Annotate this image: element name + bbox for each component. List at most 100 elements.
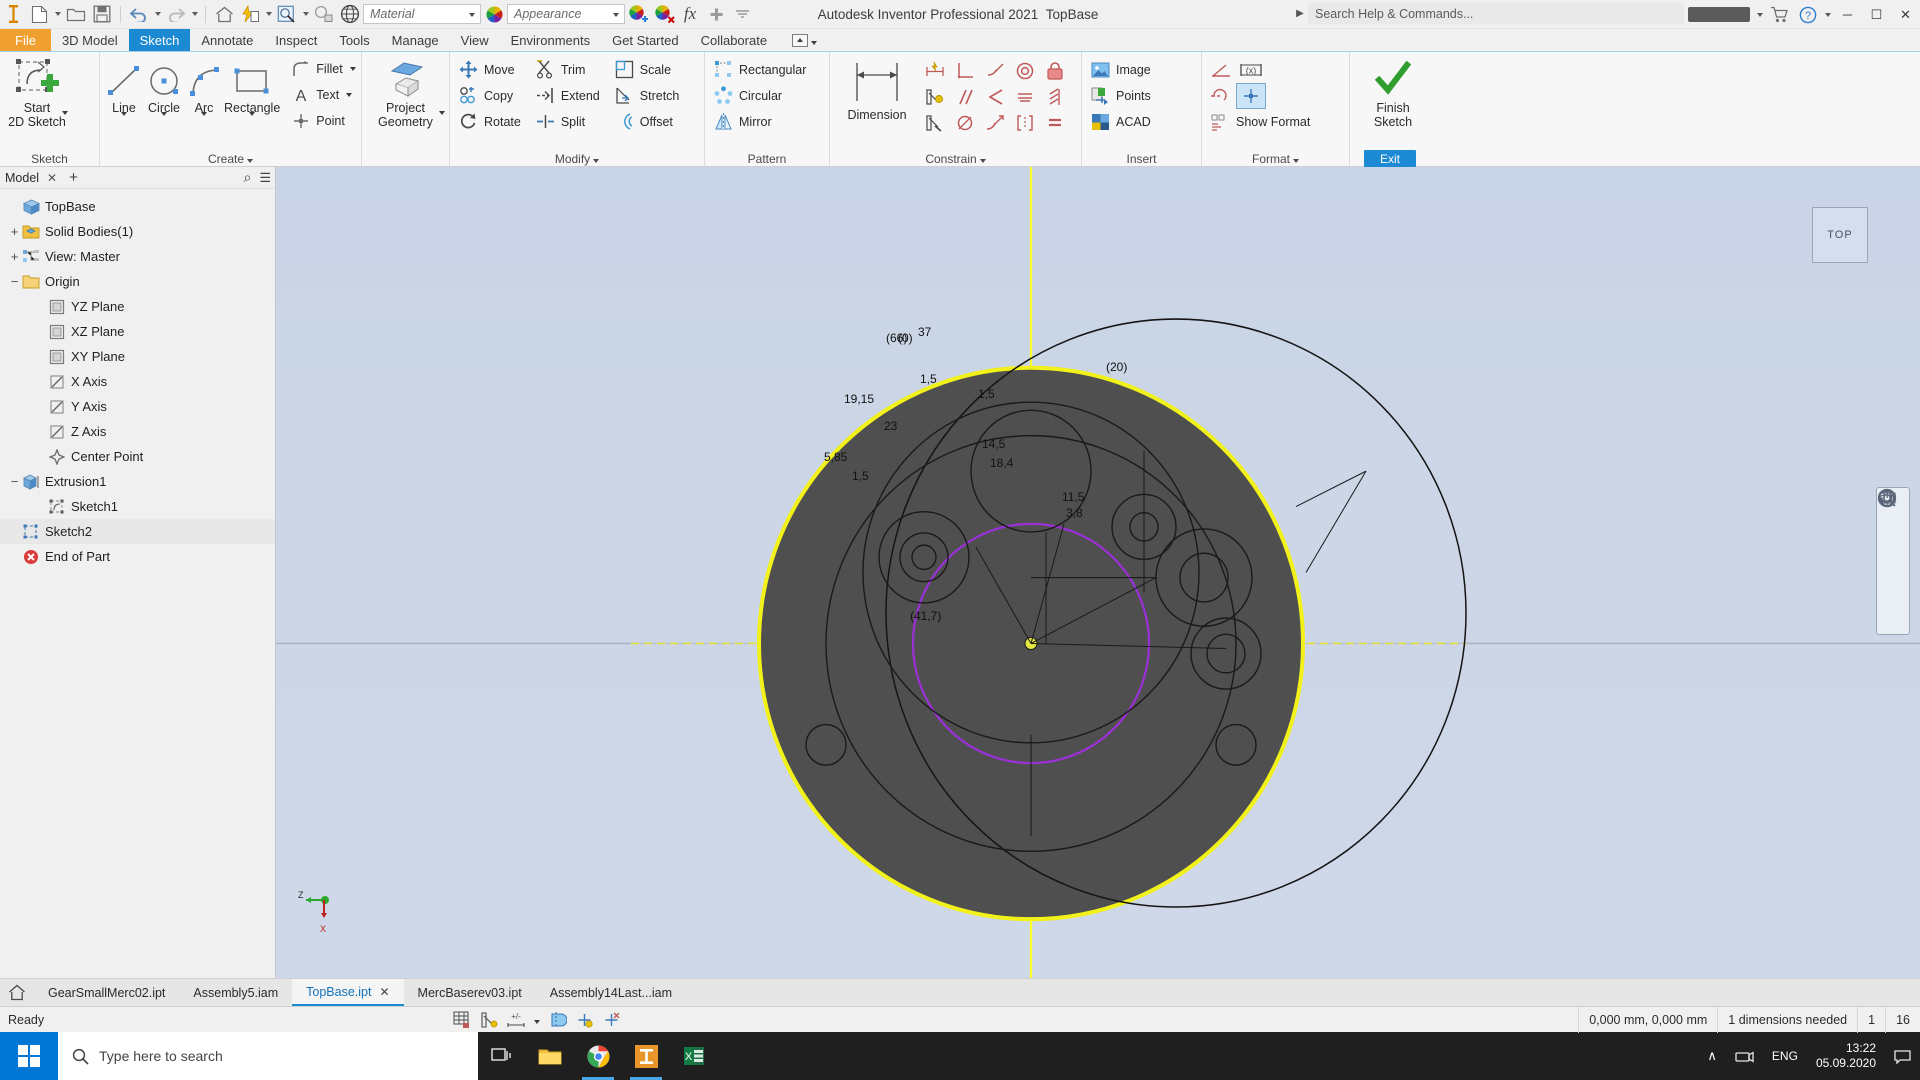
browser-tab-model[interactable]: Model <box>5 171 39 185</box>
browser-search-icon[interactable]: ⌕ <box>244 169 252 186</box>
centerline-icon[interactable] <box>1206 83 1236 109</box>
grid-display-icon[interactable] <box>450 1009 474 1031</box>
undo-icon[interactable] <box>126 2 152 26</box>
driven-dimension-icon[interactable]: (x) <box>1236 57 1266 83</box>
dimension-button[interactable]: Dimension <box>834 56 920 122</box>
line-dropdown-icon[interactable] <box>121 112 127 116</box>
undo-dropdown-icon[interactable] <box>152 2 163 26</box>
project-geometry-dropdown-icon[interactable] <box>439 111 445 115</box>
mirror-button[interactable]: Mirror <box>709 109 810 134</box>
line-button[interactable]: Line <box>104 55 144 115</box>
browser-menu-icon[interactable]: ☰ <box>259 170 271 186</box>
circle-button[interactable]: Circle <box>144 55 184 115</box>
help-icon[interactable]: ? <box>1794 0 1822 29</box>
rectangle-dropdown-icon[interactable] <box>249 112 255 116</box>
show-format-icon[interactable] <box>1206 109 1236 135</box>
tree-item-solid-bodies-1[interactable]: +Solid Bodies(1) <box>0 219 275 244</box>
collinear-constraint-icon[interactable] <box>1010 110 1040 136</box>
tree-item-origin[interactable]: −Origin <box>0 269 275 294</box>
material-combo[interactable]: Material <box>363 4 481 24</box>
trim-button[interactable]: Trim <box>531 57 604 82</box>
ribbon-tab-get-started[interactable]: Get Started <box>601 29 689 51</box>
tree-item-center-point[interactable]: Center Point <box>0 444 275 469</box>
save-icon[interactable] <box>89 2 115 26</box>
ribbon-tab-tools[interactable]: Tools <box>328 29 380 51</box>
symmetric-constraint-icon[interactable] <box>1040 84 1070 110</box>
circle-dropdown-icon[interactable] <box>161 112 167 116</box>
fillet-button[interactable]: Fillet <box>286 56 359 81</box>
rectangle-button[interactable]: Rectangle <box>224 55 280 115</box>
chevron-down-icon[interactable] <box>613 13 619 17</box>
open-file-icon[interactable] <box>63 2 89 26</box>
tree-item-y-axis[interactable]: Y Axis <box>0 394 275 419</box>
offset-button[interactable]: Offset <box>610 109 684 134</box>
move-button[interactable]: Move <box>454 57 525 82</box>
tray-expand-icon[interactable]: ∧ <box>1698 1032 1726 1080</box>
browser-close-icon[interactable]: ✕ <box>47 171 57 185</box>
add-to-qat-icon[interactable] <box>703 2 729 26</box>
copy-button[interactable]: Copy <box>454 83 525 108</box>
points-button[interactable]: Points <box>1086 83 1155 108</box>
ribbon-tab-sketch[interactable]: Sketch <box>129 29 191 51</box>
coincident-constraint-icon[interactable] <box>980 84 1010 110</box>
clear-appearance-icon[interactable] <box>651 2 677 26</box>
ribbon-tab-3d-model[interactable]: 3D Model <box>51 29 129 51</box>
language-indicator[interactable]: ENG <box>1763 1032 1807 1080</box>
measure-icon[interactable] <box>311 2 337 26</box>
doc-tab-gearsmallmerc02[interactable]: GearSmallMerc02.ipt <box>34 979 179 1006</box>
chrome-icon[interactable] <box>574 1032 622 1080</box>
task-view-icon[interactable] <box>478 1032 526 1080</box>
point-button[interactable]: Point <box>286 108 359 133</box>
show-constraints-status-icon[interactable] <box>477 1009 501 1031</box>
cart-icon[interactable] <box>1765 0 1794 29</box>
doc-tab-assembly5[interactable]: Assembly5.iam <box>179 979 292 1006</box>
qat-more-icon[interactable] <box>729 2 755 26</box>
user-account-button[interactable] <box>1688 7 1750 22</box>
circular-pattern-button[interactable]: Circular <box>709 83 810 108</box>
account-dropdown-icon[interactable] <box>1754 3 1765 27</box>
modify-panel-dropdown-icon[interactable] <box>593 152 599 166</box>
excel-icon[interactable]: X <box>670 1032 718 1080</box>
rectangular-pattern-button[interactable]: Rectangular <box>709 57 810 82</box>
auto-dimension-icon[interactable] <box>920 58 950 84</box>
adjust-appearance-icon[interactable] <box>625 2 651 26</box>
browser-add-icon[interactable]: + <box>69 169 78 186</box>
ribbon-options-dropdown-icon[interactable] <box>811 33 817 48</box>
chevron-down-icon[interactable] <box>469 13 475 17</box>
format-panel-dropdown-icon[interactable] <box>1293 152 1299 166</box>
slice-graphics-icon[interactable] <box>545 1009 569 1031</box>
equal-radius-icon[interactable] <box>950 110 980 136</box>
scale-button[interactable]: Scale <box>610 57 684 82</box>
pan-icon[interactable] <box>1879 519 1907 547</box>
finish-sketch-button[interactable]: Finish Sketch <box>1354 55 1432 129</box>
tree-expander-icon[interactable]: + <box>8 250 21 263</box>
tangent-constraint-icon[interactable] <box>980 58 1010 84</box>
update-icon[interactable] <box>237 2 263 26</box>
image-button[interactable]: Image <box>1086 57 1155 82</box>
auto-constraint-icon[interactable] <box>920 110 950 136</box>
ribbon-tab-environments[interactable]: Environments <box>500 29 601 51</box>
doc-tab-assembly14last[interactable]: Assembly14Last...iam <box>536 979 686 1006</box>
start-button[interactable] <box>0 1032 58 1080</box>
notification-center-icon[interactable] <box>1885 1032 1920 1080</box>
orbit-icon[interactable] <box>1879 575 1907 603</box>
degrees-of-freedom-icon[interactable] <box>572 1009 596 1031</box>
tree-expander-icon[interactable]: + <box>8 225 21 238</box>
project-geometry-button[interactable]: Project Geometry <box>366 55 445 129</box>
horizontal-constraint-icon[interactable] <box>1010 84 1040 110</box>
doc-tab-mercbaserev03[interactable]: MercBaserev03.ipt <box>404 979 536 1006</box>
ribbon-tab-inspect[interactable]: Inspect <box>264 29 328 51</box>
home-icon[interactable] <box>211 2 237 26</box>
text-button[interactable]: A Text <box>286 82 359 107</box>
clock-area[interactable]: 13:22 05.09.2020 <box>1807 1032 1885 1080</box>
appearance-sphere-icon[interactable] <box>337 2 363 26</box>
parameters-fx-icon[interactable]: fx <box>677 2 703 26</box>
start-2d-sketch-button[interactable]: Start 2D Sketch <box>4 55 70 129</box>
doc-tab-topbase[interactable]: TopBase.ipt ✕ <box>292 979 403 1006</box>
ribbon-tab-manage[interactable]: Manage <box>381 29 450 51</box>
select-dropdown-icon[interactable] <box>300 2 311 26</box>
tree-item-xy-plane[interactable]: XY Plane <box>0 344 275 369</box>
arc-dropdown-icon[interactable] <box>201 112 207 116</box>
tree-item-z-axis[interactable]: Z Axis <box>0 419 275 444</box>
new-file-dropdown-icon[interactable] <box>52 2 63 26</box>
